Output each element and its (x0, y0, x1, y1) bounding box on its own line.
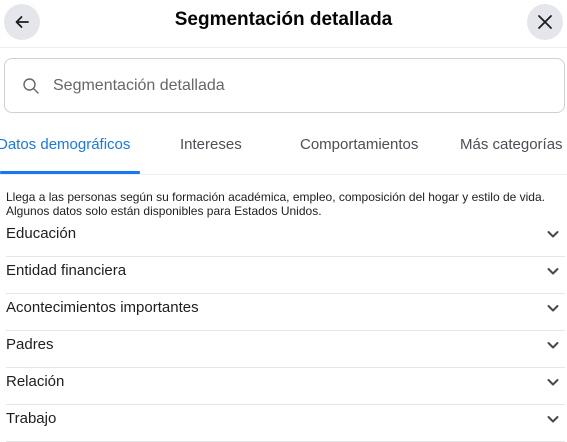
category-item-trabajo[interactable]: Trabajo (6, 405, 565, 442)
header-divider (0, 47, 567, 48)
panel-header: Segmentación detallada (0, 0, 567, 44)
tab-comportamientos[interactable]: Comportamientos (300, 136, 418, 154)
category-item-educacion[interactable]: Educación (6, 220, 565, 257)
chevron-down-icon (547, 416, 559, 423)
page-title: Segmentación detallada (174, 9, 393, 30)
search-icon (21, 76, 41, 96)
category-tabs: Datos demográficos Intereses Comportamie… (0, 124, 567, 174)
description-line-2: Algunos datos solo están disponibles par… (6, 204, 322, 218)
description-line-1: Llega a las personas según su formación … (6, 190, 545, 204)
category-label: Entidad financiera (6, 262, 127, 279)
tabs-divider (0, 174, 567, 175)
category-item-padres[interactable]: Padres (6, 331, 565, 368)
category-label: Relación (6, 373, 65, 390)
tab-mas-categorias[interactable]: Más categorías (460, 136, 563, 154)
close-button[interactable] (527, 4, 563, 40)
category-item-relacion[interactable]: Relación (6, 368, 565, 405)
detailed-targeting-panel: Segmentación detallada Datos demográfico… (0, 0, 567, 442)
category-item-acontecimientos-importantes[interactable]: Acontecimientos importantes (6, 294, 565, 331)
tab-intereses[interactable]: Intereses (180, 136, 242, 154)
category-label: Padres (6, 336, 54, 353)
close-x-icon (538, 15, 552, 29)
search-input[interactable] (53, 76, 533, 95)
chevron-down-icon (547, 342, 559, 349)
tab-description: Llega a las personas según su formación … (6, 190, 561, 218)
search-box[interactable] (4, 58, 565, 113)
category-label: Educación (6, 225, 77, 242)
category-label: Trabajo (6, 410, 57, 427)
chevron-down-icon (547, 305, 559, 312)
chevron-down-icon (547, 231, 559, 238)
category-item-entidad-financiera[interactable]: Entidad financiera (6, 257, 565, 294)
chevron-down-icon (547, 379, 559, 386)
category-label: Acontecimientos importantes (6, 299, 199, 316)
tab-datos-demograficos[interactable]: Datos demográficos (0, 136, 130, 154)
category-list: Educación Entidad financiera Acontecimie… (0, 220, 567, 442)
chevron-down-icon (547, 268, 559, 275)
